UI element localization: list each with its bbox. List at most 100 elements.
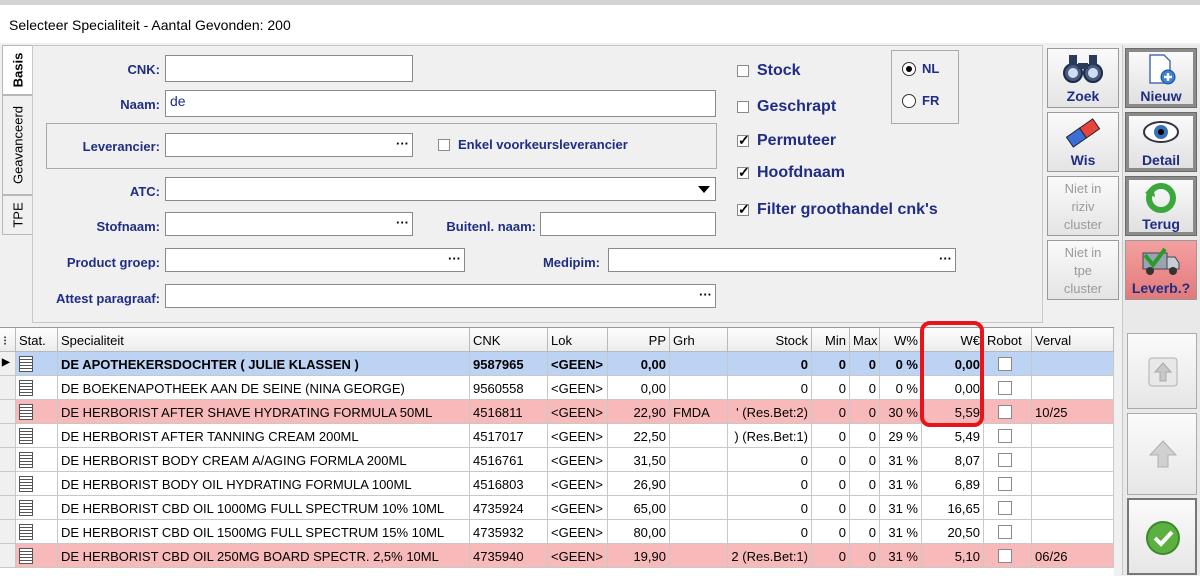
zoek-button[interactable]: Zoek	[1047, 48, 1119, 108]
stock-checkbox[interactable]: Stock	[737, 62, 801, 80]
status-cell	[16, 424, 58, 448]
leverb-button[interactable]: Leverb.?	[1125, 240, 1197, 300]
medipim-browse-button[interactable]: ···	[939, 251, 952, 266]
status-cell	[16, 352, 58, 376]
grh-cell	[670, 472, 728, 496]
robot-checkbox[interactable]	[998, 477, 1012, 491]
column-header[interactable]: Max	[850, 328, 880, 352]
table-row[interactable]: DE HERBORIST BODY CREAM A/AGING FORMLA 2…	[0, 448, 1114, 472]
status-grid-icon	[19, 548, 33, 564]
min-cell: 0	[812, 376, 850, 400]
chevron-down-icon[interactable]	[698, 186, 710, 193]
robot-checkbox[interactable]	[998, 453, 1012, 467]
status-grid-icon	[19, 476, 33, 492]
enkel-voorkeur-box[interactable]	[438, 138, 450, 151]
terug-button[interactable]: Terug	[1125, 176, 1197, 236]
enkel-voorkeur-checkbox[interactable]: Enkel voorkeursleverancier	[438, 137, 628, 152]
robot-checkbox[interactable]	[998, 405, 1012, 419]
geschrapt-checkbox[interactable]: Geschrapt	[737, 98, 836, 116]
filter-checkbox[interactable]: Filter groothandel cnk's	[737, 201, 938, 219]
min-cell: 0	[812, 472, 850, 496]
radio-nl-label: NL	[922, 61, 940, 76]
robot-cell	[984, 520, 1032, 544]
column-header[interactable]: Min	[812, 328, 850, 352]
productgroep-input[interactable]: ···	[165, 248, 465, 272]
column-header[interactable]: Verval	[1032, 328, 1114, 352]
medipim-label: Medipim:	[542, 255, 600, 270]
min-cell: 0	[812, 352, 850, 376]
attest-label: Attest paragraaf:	[55, 291, 160, 306]
tab-tpe-label: TPE	[10, 202, 26, 228]
cnk-label: CNK:	[127, 62, 161, 77]
buitenl-input[interactable]	[540, 212, 716, 236]
arrow-up-bar-icon	[1148, 357, 1178, 387]
tab-basis[interactable]: Basis	[2, 45, 33, 95]
row-indicator	[0, 472, 16, 496]
stofnaam-input[interactable]: ···	[165, 212, 413, 236]
min-cell: 0	[812, 520, 850, 544]
detail-button[interactable]: Detail	[1125, 112, 1197, 172]
leverancier-input[interactable]: ···	[165, 133, 413, 157]
stofnaam-browse-button[interactable]: ···	[396, 215, 409, 230]
nieuw-button[interactable]: Nieuw	[1125, 48, 1197, 108]
column-header[interactable]: W%	[880, 328, 922, 352]
permuteer-box[interactable]	[737, 132, 750, 149]
column-header[interactable]: CNK	[470, 328, 548, 352]
confirm-button[interactable]	[1127, 498, 1197, 575]
grh-cell	[670, 544, 728, 568]
permuteer-checkbox[interactable]: Permuteer	[737, 132, 836, 150]
pp-cell: 0,00	[608, 376, 670, 400]
scroll-top-button[interactable]	[1127, 333, 1197, 409]
table-row[interactable]: DE HERBORIST CBD OIL 250MG BOARD SPECTR.…	[0, 544, 1114, 568]
radio-fr[interactable]: FR	[902, 93, 939, 108]
wp-cell: 0 %	[880, 352, 922, 376]
radio-fr-dot[interactable]	[902, 93, 916, 108]
naam-input[interactable]: de	[165, 90, 716, 117]
robot-checkbox[interactable]	[998, 549, 1012, 563]
geschrapt-box[interactable]	[737, 101, 749, 113]
attest-browse-button[interactable]: ···	[699, 287, 712, 302]
attest-input[interactable]: ···	[165, 284, 716, 308]
arrow-up-icon	[1148, 440, 1178, 468]
table-row[interactable]: DE HERBORIST BODY OIL HYDRATING FORMULA …	[0, 472, 1114, 496]
robot-checkbox[interactable]	[998, 525, 1012, 539]
robot-checkbox[interactable]	[998, 357, 1012, 371]
column-header[interactable]: Specialiteit	[58, 328, 470, 352]
niet-riziv-cluster-button[interactable]: Niet in riziv cluster	[1047, 176, 1119, 236]
medipim-input[interactable]: ···	[608, 248, 956, 272]
tab-geavanceerd[interactable]: Geavanceerd	[2, 95, 33, 195]
stock-box[interactable]	[737, 65, 749, 77]
column-header[interactable]: Grh	[670, 328, 728, 352]
table-row[interactable]: DE HERBORIST AFTER TANNING CREAM 200ML 45…	[0, 424, 1114, 448]
column-header[interactable]: Robot	[984, 328, 1032, 352]
verval-cell	[1032, 352, 1114, 376]
scroll-up-button[interactable]	[1127, 413, 1197, 495]
tab-tpe[interactable]: TPE	[2, 195, 33, 235]
column-header[interactable]: Stat.	[16, 328, 58, 352]
productgroep-browse-button[interactable]: ···	[448, 251, 461, 266]
hoofdnaam-box[interactable]	[737, 164, 750, 181]
column-header[interactable]: PP	[608, 328, 670, 352]
cnk-input[interactable]	[165, 55, 413, 82]
niet-tpe-cluster-button[interactable]: Niet in tpe cluster	[1047, 240, 1119, 300]
radio-nl-dot[interactable]	[902, 61, 916, 76]
robot-checkbox[interactable]	[998, 381, 1012, 395]
wp-cell: 0 %	[880, 376, 922, 400]
leverancier-browse-button[interactable]: ···	[396, 136, 409, 151]
row-indicator: ▶	[0, 352, 16, 376]
column-header[interactable]: Stock	[728, 328, 812, 352]
stock-cell: 0	[728, 352, 812, 376]
hoofdnaam-checkbox[interactable]: Hoofdnaam	[737, 164, 845, 182]
robot-checkbox[interactable]	[998, 501, 1012, 515]
column-header[interactable]: Lok	[548, 328, 608, 352]
table-row[interactable]: DE HERBORIST CBD OIL 1500MG FULL SPECTRU…	[0, 520, 1114, 544]
verval-cell: 10/25	[1032, 400, 1114, 424]
grh-cell	[670, 520, 728, 544]
radio-nl[interactable]: NL	[902, 61, 939, 76]
table-row[interactable]: DE HERBORIST CBD OIL 1000MG FULL SPECTRU…	[0, 496, 1114, 520]
atc-select[interactable]	[165, 177, 716, 201]
filter-box[interactable]	[737, 201, 750, 218]
stofnaam-label: Stofnaam:	[96, 219, 160, 234]
wis-button[interactable]: Wis	[1047, 112, 1119, 172]
robot-checkbox[interactable]	[998, 429, 1012, 443]
